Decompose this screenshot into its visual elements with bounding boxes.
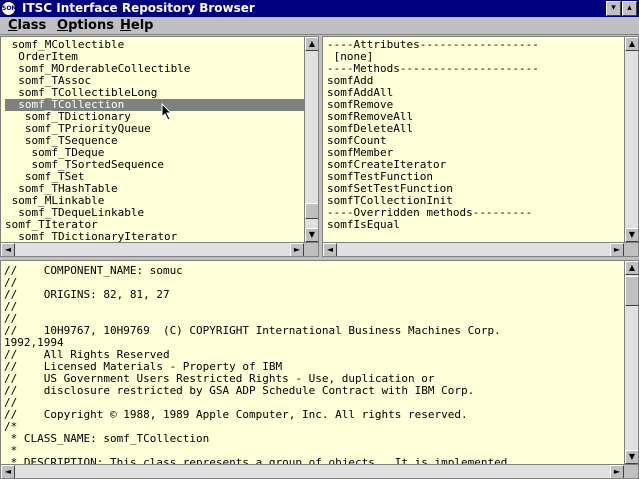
source-text-pane: // COMPONENT_NAME: somuc //// ORIGINS: 82… <box>0 260 639 479</box>
scroll-right-button[interactable]: ► <box>290 243 304 256</box>
title-bar[interactable]: SOM ITSC Interface Repository Browser ▾ … <box>0 0 639 17</box>
scroll-right-button[interactable]: ► <box>610 465 624 478</box>
menu-options[interactable]: Options <box>57 17 114 35</box>
menu-options-mnemonic: O <box>57 18 69 33</box>
source-line: // COMPONENT_NAME: somuc <box>4 264 183 277</box>
source-line: // 10H9767, 10H9769 (C) COPYRIGHT Intern… <box>4 324 501 337</box>
window-title: ITSC Interface Repository Browser <box>22 1 255 15</box>
scroll-track[interactable] <box>15 243 290 256</box>
class-tree-item[interactable]: somf_TDictionaryIterator <box>5 231 305 243</box>
class-tree-list[interactable]: somf_MCollectible OrderItem somf_MOrdera… <box>1 37 305 242</box>
members-horizontal-scrollbar[interactable]: ◄ ► <box>323 242 638 256</box>
scroll-track[interactable] <box>625 51 638 228</box>
scroll-left-button[interactable]: ◄ <box>1 243 15 256</box>
system-menu-icon[interactable]: SOM <box>1 1 17 16</box>
source-line: * CLASS_NAME: somf_TCollection <box>4 432 210 445</box>
scroll-up-button[interactable]: ▲ <box>305 37 318 51</box>
scroll-right-button[interactable]: ► <box>610 243 624 256</box>
scroll-down-button[interactable]: ▼ <box>625 228 638 242</box>
scroll-track[interactable] <box>15 465 610 478</box>
menu-help[interactable]: Help <box>120 17 153 35</box>
source-horizontal-scrollbar[interactable]: ◄ ► <box>1 464 638 478</box>
scroll-left-button[interactable]: ◄ <box>323 243 337 256</box>
scroll-down-button[interactable]: ▼ <box>625 450 638 464</box>
maximize-button[interactable]: ▴ <box>622 1 637 16</box>
class-tree-pane: somf_MCollectible OrderItem somf_MOrdera… <box>0 36 319 257</box>
menu-bar: Class Options Help <box>0 17 639 35</box>
member-item[interactable]: somfIsEqual <box>327 219 623 231</box>
menu-help-mnemonic: H <box>120 18 131 33</box>
class-tree-horizontal-scrollbar[interactable]: ◄ ► <box>1 242 318 256</box>
source-text-area[interactable]: // COMPONENT_NAME: somuc //// ORIGINS: 82… <box>1 264 624 465</box>
class-tree-vertical-scrollbar[interactable]: ▲ ▼ <box>304 37 318 242</box>
members-vertical-scrollbar[interactable]: ▲ ▼ <box>624 37 638 242</box>
scroll-thumb[interactable] <box>625 276 638 306</box>
scroll-down-button[interactable]: ▼ <box>305 228 318 242</box>
menu-class[interactable]: Class <box>8 17 46 35</box>
source-line: * DESCRIPTION: This class represents a g… <box>4 456 508 465</box>
source-line: // ORIGINS: 82, 81, 27 <box>4 288 170 301</box>
scroll-track[interactable] <box>337 243 610 256</box>
members-list[interactable]: ----Attributes------------------ [none] -… <box>323 37 625 242</box>
menu-class-mnemonic: C <box>8 18 18 33</box>
source-line: // <box>4 300 18 313</box>
scroll-thumb[interactable] <box>305 203 318 219</box>
minimize-button[interactable]: ▾ <box>606 1 621 16</box>
menu-help-label: elp <box>130 18 154 33</box>
scroll-track[interactable] <box>305 51 318 228</box>
mouse-cursor-icon <box>161 103 173 121</box>
menu-options-label: ptions <box>68 18 114 33</box>
source-line: // disclosure restricted by GSA ADP Sche… <box>4 384 475 397</box>
scroll-up-button[interactable]: ▲ <box>625 37 638 51</box>
source-line: // Copyright © 1988, 1989 Apple Computer… <box>4 408 468 421</box>
members-pane: ----Attributes------------------ [none] -… <box>322 36 639 257</box>
menu-class-label: lass <box>17 18 47 33</box>
scroll-up-button[interactable]: ▲ <box>625 261 638 275</box>
scroll-left-button[interactable]: ◄ <box>1 465 15 478</box>
source-vertical-scrollbar[interactable]: ▲ ▼ <box>624 261 638 464</box>
